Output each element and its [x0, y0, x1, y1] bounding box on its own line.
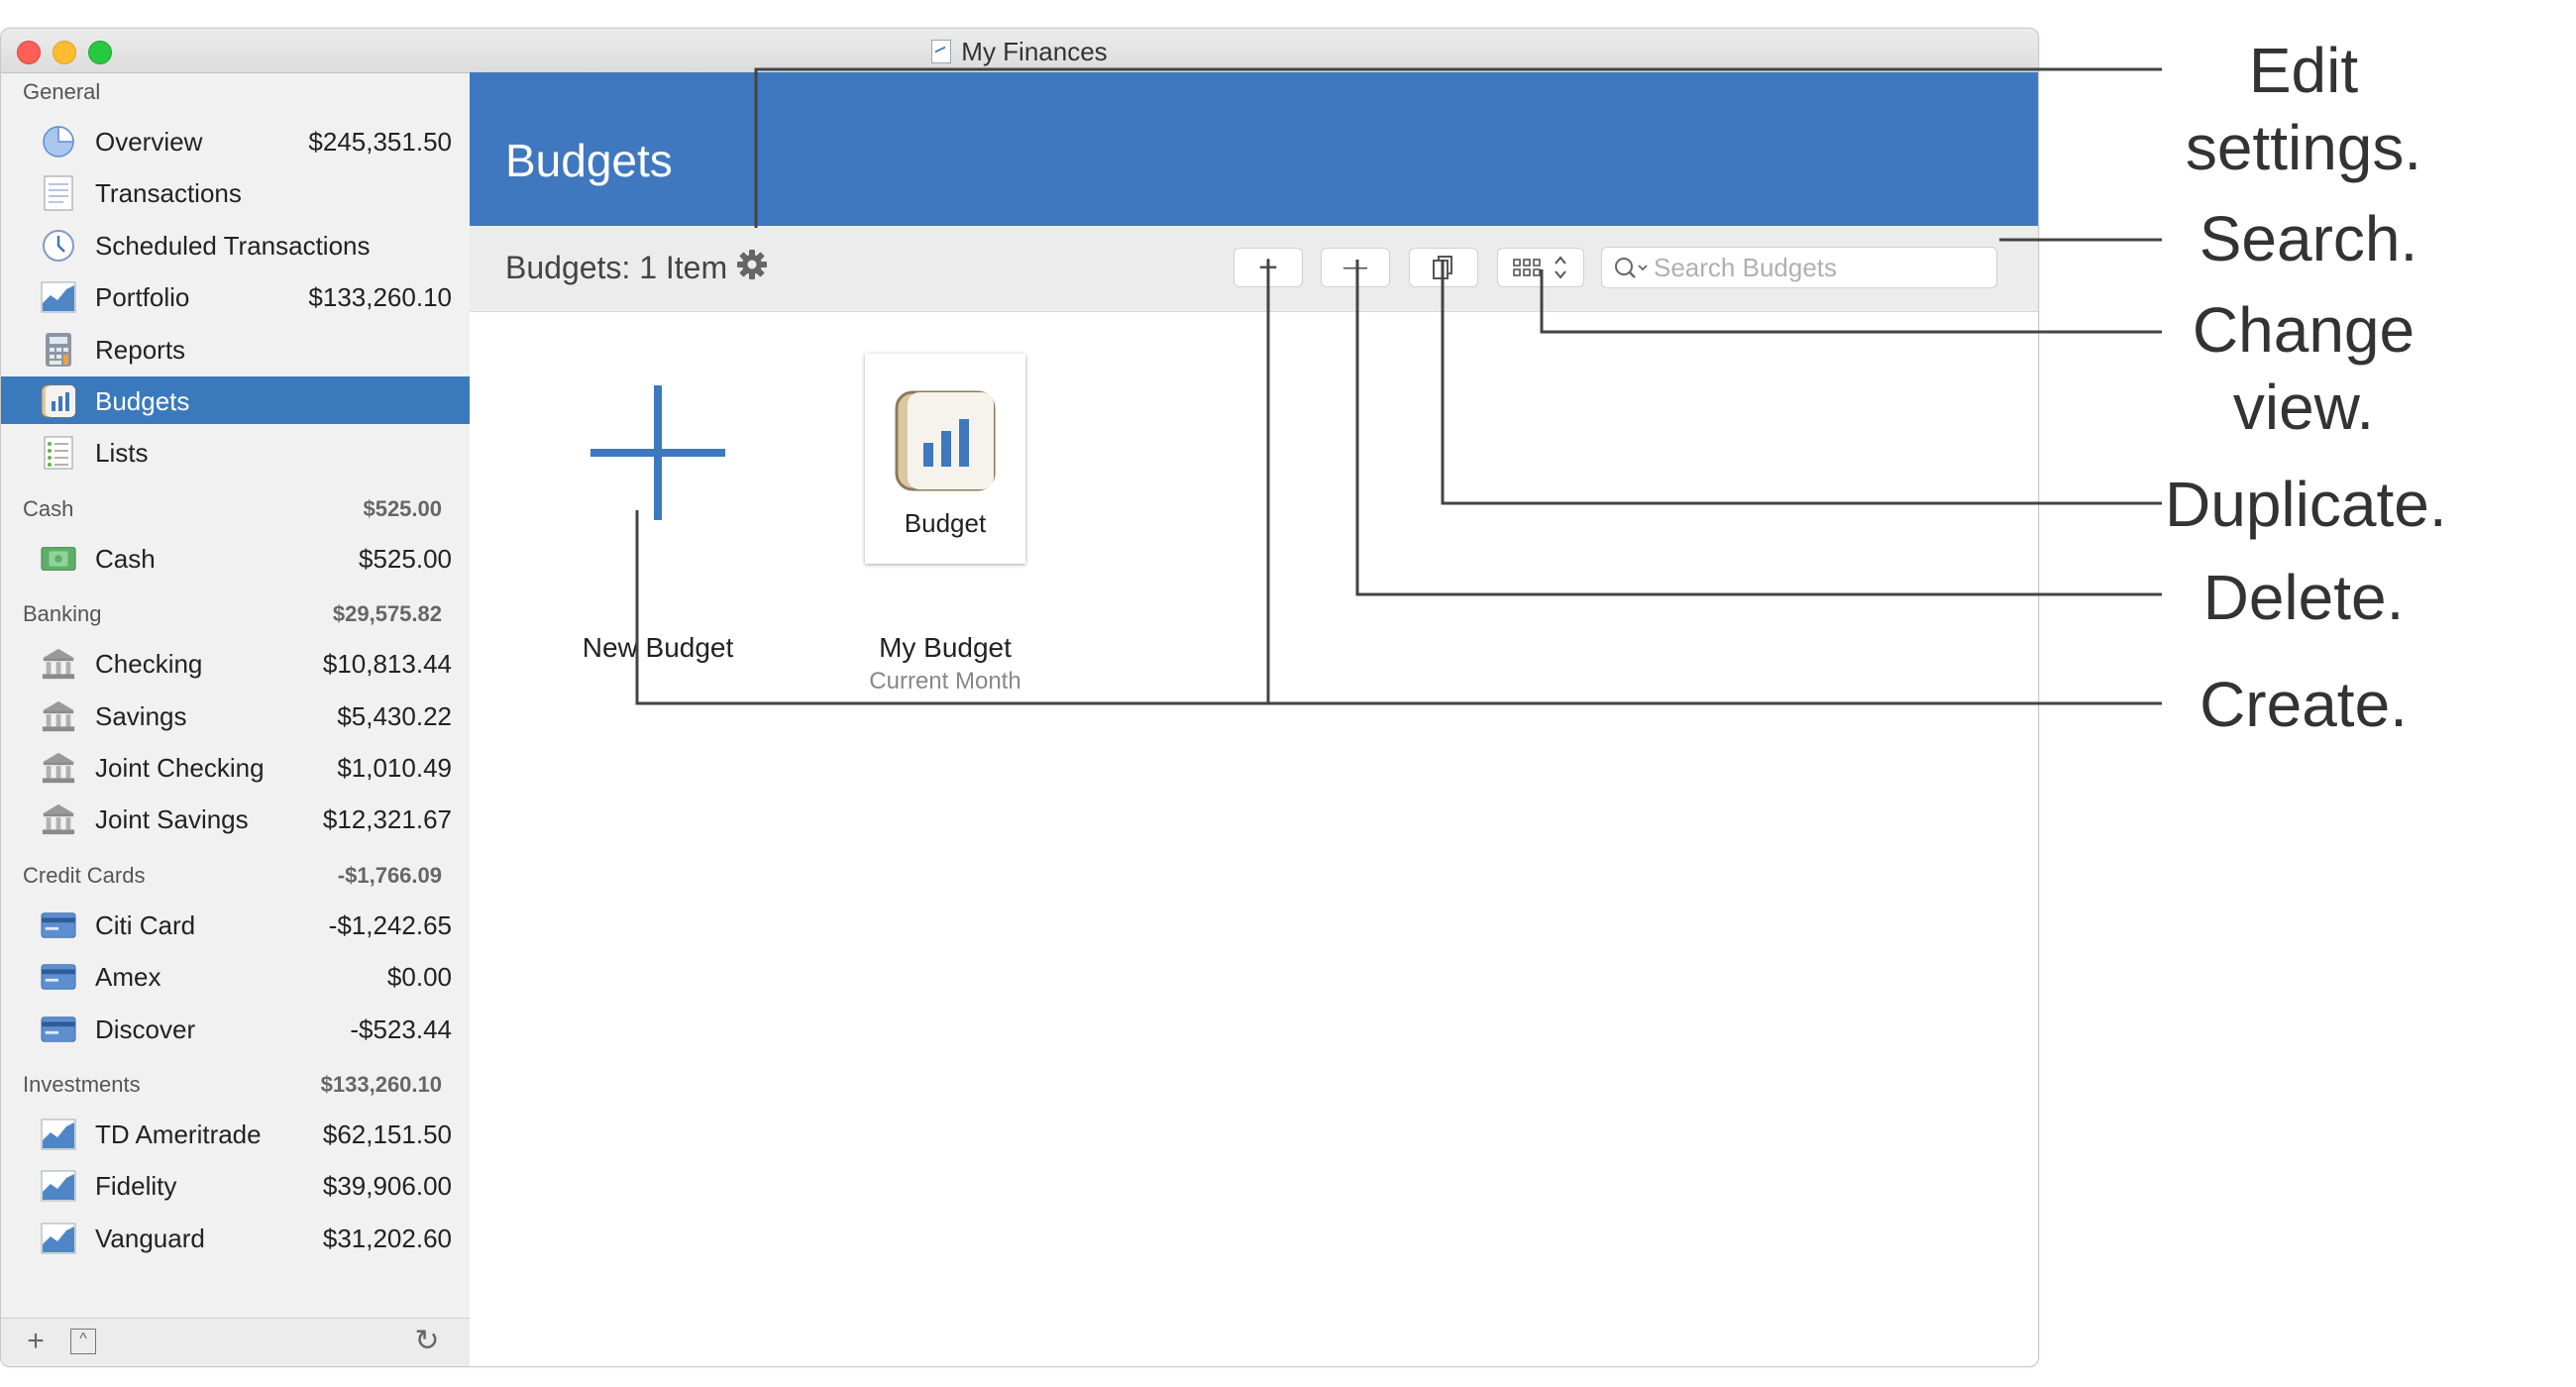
create-leader-tile — [635, 510, 1268, 705]
callout-search: Search. — [2199, 203, 2418, 274]
callout-change-view: Change view. — [2192, 294, 2415, 443]
callout-edit-settings: Edit settings. — [2185, 35, 2422, 183]
edit-settings-leader — [754, 67, 2162, 228]
delete-leader — [1355, 260, 2162, 596]
callout-duplicate: Duplicate. — [2165, 469, 2447, 540]
duplicate-leader — [1441, 260, 2162, 505]
callout-create: Create. — [2200, 669, 2408, 740]
create-leader-toolbar — [1266, 260, 2162, 705]
callout-delete: Delete. — [2202, 562, 2405, 633]
change-view-leader — [1540, 269, 2162, 334]
